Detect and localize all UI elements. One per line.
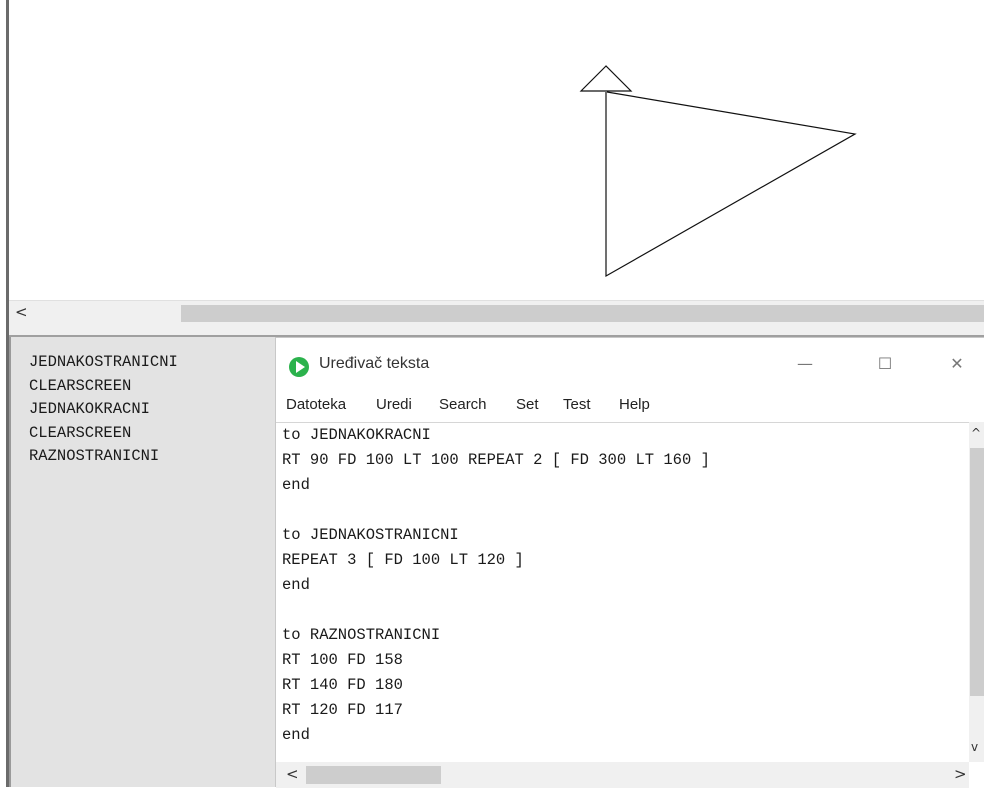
history-item[interactable]: JEDNAKOKRACNI bbox=[29, 398, 275, 422]
scroll-thumb[interactable] bbox=[306, 766, 441, 784]
maximize-button[interactable]: ☐ bbox=[870, 352, 900, 376]
code-line: RT 90 FD 100 LT 100 REPEAT 2 [ FD 300 LT… bbox=[282, 451, 710, 469]
code-editor-area[interactable]: to JEDNAKOKRACNI RT 90 FD 100 LT 100 REP… bbox=[276, 422, 969, 763]
window-left-border bbox=[0, 0, 9, 787]
code-line: REPEAT 3 [ FD 100 LT 120 ] bbox=[282, 551, 524, 569]
graphics-canvas[interactable] bbox=[9, 0, 984, 300]
turtle-drawing bbox=[579, 65, 857, 278]
code-line: end bbox=[282, 476, 310, 494]
scroll-left-arrow-icon[interactable]: < bbox=[286, 765, 299, 783]
code-line: RT 120 FD 117 bbox=[282, 701, 403, 719]
editor-horizontal-scrollbar[interactable]: < > bbox=[276, 762, 969, 788]
command-history-panel[interactable]: JEDNAKOSTRANICNI CLEARSCREEN JEDNAKOKRAC… bbox=[9, 337, 275, 787]
panel-splitter[interactable] bbox=[9, 325, 984, 337]
editor-vertical-scrollbar[interactable]: ^ v bbox=[969, 422, 984, 762]
menu-set[interactable]: Set bbox=[516, 396, 539, 413]
scroll-down-arrow-icon[interactable]: v bbox=[971, 740, 978, 754]
code-line: end bbox=[282, 576, 310, 594]
minimize-button[interactable]: — bbox=[790, 352, 820, 376]
menu-search[interactable]: Search bbox=[439, 396, 487, 413]
menu-help[interactable]: Help bbox=[619, 396, 650, 413]
history-item[interactable]: CLEARSCREEN bbox=[29, 375, 275, 399]
scroll-left-arrow-icon[interactable]: < bbox=[15, 303, 28, 321]
code-line: end bbox=[282, 726, 310, 744]
editor-menubar: Datoteka Uredi Search Set Test Help bbox=[276, 393, 984, 419]
code-line: to JEDNAKOSTRANICNI bbox=[282, 526, 459, 544]
menu-test[interactable]: Test bbox=[563, 396, 591, 413]
code-line bbox=[276, 598, 969, 623]
code-line: RT 100 FD 158 bbox=[282, 651, 403, 669]
code-line: to JEDNAKOKRACNI bbox=[282, 426, 431, 444]
turtle-icon bbox=[579, 65, 633, 92]
scroll-up-arrow-icon[interactable]: ^ bbox=[971, 426, 981, 440]
menu-uredi[interactable]: Uredi bbox=[376, 396, 412, 413]
code-line: to RAZNOSTRANICNI bbox=[282, 626, 441, 644]
history-item[interactable]: JEDNAKOSTRANICNI bbox=[29, 351, 275, 375]
close-button[interactable]: ✕ bbox=[942, 352, 972, 376]
scroll-thumb[interactable] bbox=[181, 305, 984, 322]
editor-titlebar[interactable]: Uređivač teksta — ☐ ✕ bbox=[276, 338, 984, 388]
history-item[interactable]: CLEARSCREEN bbox=[29, 422, 275, 446]
text-editor-window[interactable]: Uređivač teksta — ☐ ✕ Datoteka Uredi Sea… bbox=[275, 337, 984, 788]
drawn-triangle bbox=[605, 91, 857, 278]
editor-title: Uređivač teksta bbox=[319, 355, 430, 372]
scroll-thumb[interactable] bbox=[970, 448, 984, 696]
history-item[interactable]: RAZNOSTRANICNI bbox=[29, 445, 275, 469]
code-line: RT 140 FD 180 bbox=[282, 676, 403, 694]
canvas-horizontal-scrollbar[interactable]: < bbox=[9, 300, 984, 325]
play-icon bbox=[288, 356, 310, 383]
scroll-right-arrow-icon[interactable]: > bbox=[954, 765, 967, 783]
code-line bbox=[276, 498, 969, 523]
menu-datoteka[interactable]: Datoteka bbox=[286, 396, 346, 413]
